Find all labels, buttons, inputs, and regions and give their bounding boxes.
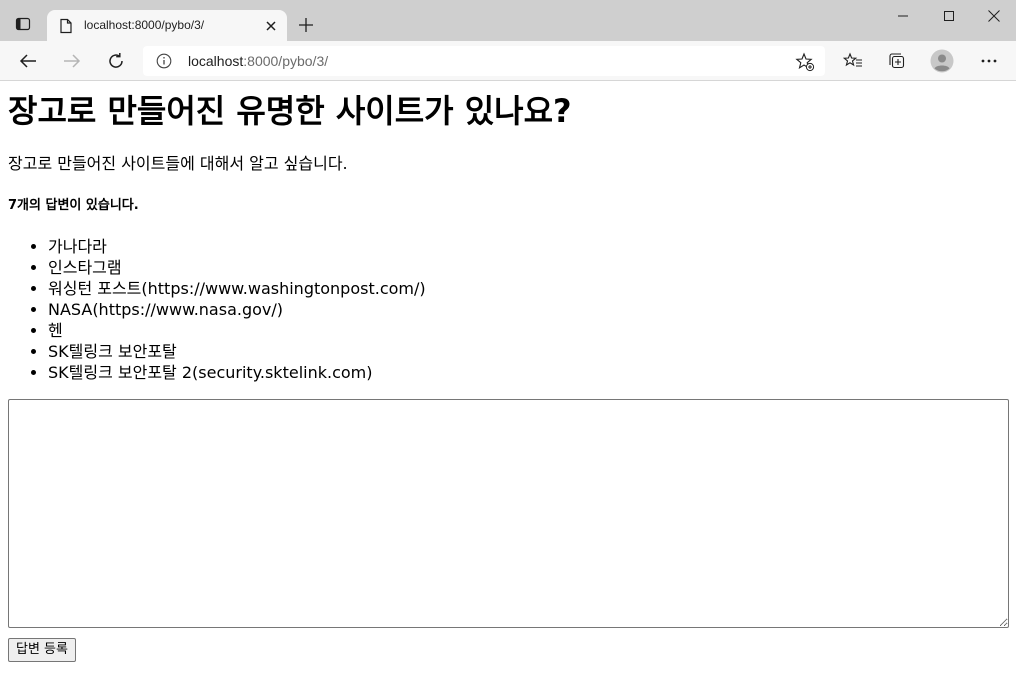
answer-item: 헨 [48, 320, 426, 341]
answer-list: 가나다라 인스타그램 워싱턴 포스트(https://www.washingto… [8, 236, 426, 383]
maximize-icon[interactable] [926, 0, 972, 32]
question-content: 장고로 만들어진 사이트들에 대해서 알고 싶습니다. [8, 154, 348, 173]
answer-item: NASA(https://www.nasa.gov/) [48, 299, 426, 320]
browser-toolbar: localhost:8000/pybo/3/ [0, 41, 1016, 81]
more-dots-icon[interactable] [973, 46, 1005, 76]
answer-content-textarea[interactable] [8, 399, 1009, 628]
info-icon[interactable] [156, 53, 172, 69]
answer-item: SK텔링크 보안포탈 [48, 341, 426, 362]
url-host: localhost [188, 53, 244, 69]
tab-title: localhost:8000/pybo/3/ [84, 18, 205, 32]
answer-item: SK텔링크 보안포탈 2(security.sktelink.com) [48, 362, 426, 383]
minimize-icon[interactable] [880, 0, 926, 32]
star-plus-icon[interactable] [795, 52, 815, 72]
window-close-icon[interactable] [971, 0, 1016, 32]
tab-actions-icon[interactable] [8, 9, 38, 39]
forward-arrow-icon[interactable] [57, 46, 87, 76]
reload-icon[interactable] [101, 46, 131, 76]
browser-tab[interactable]: localhost:8000/pybo/3/ [47, 10, 287, 41]
answer-count: 7개의 답변이 있습니다. [8, 198, 139, 213]
page-content: 장고로 만들어진 유명한 사이트가 있나요? 장고로 만들어진 사이트들에 대해… [0, 81, 1016, 693]
profile-avatar-icon[interactable] [926, 46, 958, 76]
page-icon [59, 18, 73, 34]
url-path: :8000/pybo/3/ [243, 53, 329, 69]
plus-icon[interactable] [293, 12, 319, 38]
favorites-icon[interactable] [837, 46, 869, 76]
tab-strip: localhost:8000/pybo/3/ [0, 0, 1016, 41]
answer-item: 가나다라 [48, 236, 426, 257]
url-text[interactable]: localhost:8000/pybo/3/ [188, 53, 328, 69]
back-arrow-icon[interactable] [13, 46, 43, 76]
answer-item: 인스타그램 [48, 257, 426, 278]
collections-icon[interactable] [881, 46, 913, 76]
close-tab-icon[interactable] [261, 16, 281, 36]
submit-answer-button[interactable]: 답변 등록 [8, 638, 76, 662]
answer-item: 워싱턴 포스트(https://www.washingtonpost.com/) [48, 278, 426, 299]
address-bar[interactable]: localhost:8000/pybo/3/ [143, 46, 825, 76]
question-subject: 장고로 만들어진 유명한 사이트가 있나요? [8, 92, 572, 130]
